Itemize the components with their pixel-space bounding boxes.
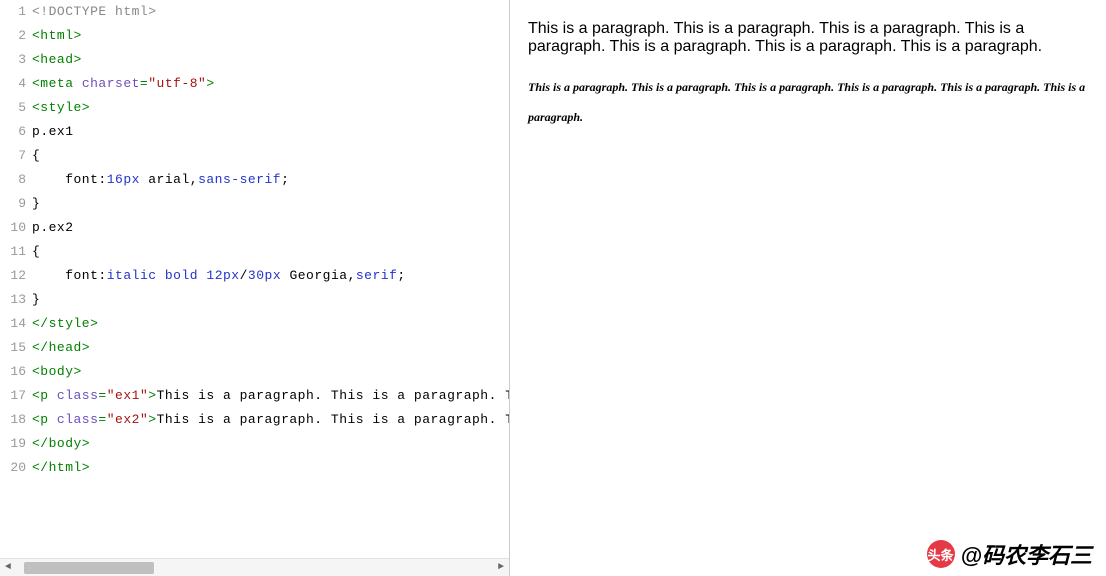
code-line[interactable]: <!DOCTYPE html> bbox=[32, 0, 509, 24]
line-number: 11 bbox=[0, 240, 26, 264]
code-line[interactable]: <meta charset="utf-8"> bbox=[32, 72, 509, 96]
code-line[interactable]: { bbox=[32, 144, 509, 168]
preview-paragraph-ex1: This is a paragraph. This is a paragraph… bbox=[528, 20, 1094, 56]
rendered-preview: This is a paragraph. This is a paragraph… bbox=[528, 20, 1094, 132]
code-line[interactable]: </style> bbox=[32, 312, 509, 336]
watermark: 头条 @码农李石三 bbox=[927, 538, 1092, 570]
code-line[interactable]: <style> bbox=[32, 96, 509, 120]
code-line[interactable]: <p class="ex1">This is a paragraph. This… bbox=[32, 384, 509, 408]
line-number: 16 bbox=[0, 360, 26, 384]
code-line[interactable]: { bbox=[32, 240, 509, 264]
scroll-left-arrow-icon[interactable]: ◄ bbox=[0, 560, 16, 576]
watermark-text: @码农李石三 bbox=[961, 538, 1092, 570]
line-number: 2 bbox=[0, 24, 26, 48]
line-number: 6 bbox=[0, 120, 26, 144]
line-number-gutter: 1234567891011121314151617181920 bbox=[0, 0, 32, 558]
line-number: 17 bbox=[0, 384, 26, 408]
code-line[interactable]: </head> bbox=[32, 336, 509, 360]
code-line[interactable]: font:16px arial,sans-serif; bbox=[32, 168, 509, 192]
line-number: 15 bbox=[0, 336, 26, 360]
code-line[interactable]: </html> bbox=[32, 456, 509, 480]
line-number: 5 bbox=[0, 96, 26, 120]
preview-pane: This is a paragraph. This is a paragraph… bbox=[510, 0, 1106, 576]
code-line[interactable]: } bbox=[32, 288, 509, 312]
code-line[interactable]: </body> bbox=[32, 432, 509, 456]
code-line[interactable]: p.ex2 bbox=[32, 216, 509, 240]
line-number: 4 bbox=[0, 72, 26, 96]
code-line[interactable]: } bbox=[32, 192, 509, 216]
code-line[interactable]: <html> bbox=[32, 24, 509, 48]
code-line[interactable]: font:italic bold 12px/30px Georgia,serif… bbox=[32, 264, 509, 288]
app-container: 1234567891011121314151617181920 <!DOCTYP… bbox=[0, 0, 1106, 576]
line-number: 7 bbox=[0, 144, 26, 168]
scrollbar-track[interactable] bbox=[16, 562, 493, 574]
code-line[interactable]: <body> bbox=[32, 360, 509, 384]
code-content[interactable]: <!DOCTYPE html><html><head><meta charset… bbox=[32, 0, 509, 558]
code-editor-pane: 1234567891011121314151617181920 <!DOCTYP… bbox=[0, 0, 510, 576]
line-number: 9 bbox=[0, 192, 26, 216]
line-number: 14 bbox=[0, 312, 26, 336]
line-number: 20 bbox=[0, 456, 26, 480]
line-number: 1 bbox=[0, 0, 26, 24]
line-number: 12 bbox=[0, 264, 26, 288]
code-line[interactable]: <head> bbox=[32, 48, 509, 72]
line-number: 18 bbox=[0, 408, 26, 432]
line-number: 8 bbox=[0, 168, 26, 192]
line-number: 19 bbox=[0, 432, 26, 456]
line-number: 3 bbox=[0, 48, 26, 72]
line-number: 10 bbox=[0, 216, 26, 240]
code-area[interactable]: 1234567891011121314151617181920 <!DOCTYP… bbox=[0, 0, 509, 558]
line-number: 13 bbox=[0, 288, 26, 312]
scrollbar-thumb[interactable] bbox=[24, 562, 154, 574]
horizontal-scrollbar[interactable]: ◄ ► bbox=[0, 558, 509, 576]
scroll-right-arrow-icon[interactable]: ► bbox=[493, 560, 509, 576]
code-line[interactable]: p.ex1 bbox=[32, 120, 509, 144]
code-line[interactable]: <p class="ex2">This is a paragraph. This… bbox=[32, 408, 509, 432]
preview-paragraph-ex2: This is a paragraph. This is a paragraph… bbox=[528, 72, 1094, 132]
watermark-logo-icon: 头条 bbox=[927, 540, 955, 568]
